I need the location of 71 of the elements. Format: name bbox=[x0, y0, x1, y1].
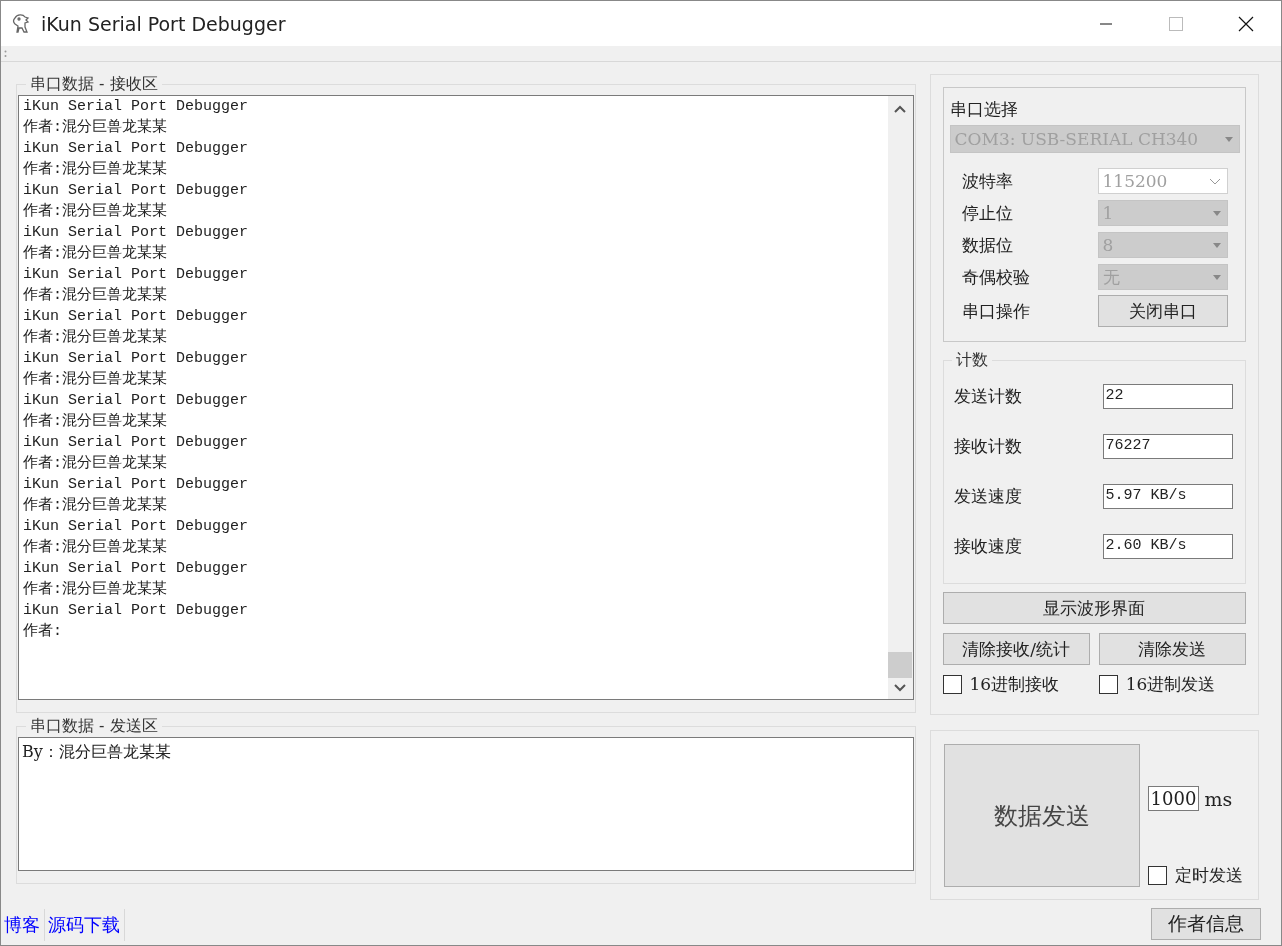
received-line: iKun Serial Port Debugger bbox=[23, 307, 250, 327]
received-line: iKun Serial Port Debugger bbox=[23, 601, 250, 621]
setting-label: 串口操作 bbox=[961, 299, 1031, 323]
checkbox[interactable] bbox=[1147, 866, 1167, 885]
received-line: iKun Serial Port Debugger bbox=[23, 97, 250, 117]
author-info-button[interactable]: 作者信息 bbox=[1151, 908, 1261, 940]
received-line: 作者:混分巨兽龙某某 bbox=[23, 495, 168, 516]
count-field[interactable]: 22 bbox=[1102, 383, 1233, 409]
interval-field[interactable]: 1000 bbox=[1147, 786, 1199, 811]
clear-button[interactable]: 清除接收/统计 bbox=[942, 633, 1090, 665]
received-line: iKun Serial Port Debugger bbox=[23, 433, 250, 453]
received-line: 作者:混分巨兽龙某某 bbox=[23, 201, 168, 222]
count-label: 接收计数 bbox=[953, 434, 1023, 458]
checkbox[interactable] bbox=[1098, 675, 1118, 694]
received-line: 作者:混分巨兽龙某某 bbox=[23, 285, 168, 306]
received-line: 作者:混分巨兽龙某某 bbox=[23, 117, 168, 138]
received-line: 作者:混分巨兽龙某某 bbox=[23, 369, 168, 390]
group-title: 串口数据 - 发送区 bbox=[29, 716, 159, 737]
count-label: 接收速度 bbox=[953, 534, 1023, 558]
received-line: iKun Serial Port Debugger bbox=[23, 475, 250, 495]
checkbox-label: 16进制接收 bbox=[969, 673, 1060, 696]
grip-icon bbox=[4, 49, 7, 58]
received-line: 作者: bbox=[23, 621, 63, 642]
received-line: iKun Serial Port Debugger bbox=[23, 181, 250, 201]
link[interactable]: 源码下载 bbox=[45, 909, 125, 941]
group-title: 计数 bbox=[954, 350, 989, 371]
count-label: 发送速度 bbox=[953, 484, 1023, 508]
scrollbar[interactable] bbox=[887, 96, 913, 699]
received-line: iKun Serial Port Debugger bbox=[23, 265, 250, 285]
received-line: 作者:混分巨兽龙某某 bbox=[23, 453, 168, 474]
receive-text-area[interactable] bbox=[18, 95, 914, 700]
scrollbar-thumb[interactable] bbox=[888, 652, 913, 678]
dropdown-arrow-icon bbox=[1225, 136, 1233, 142]
received-line: iKun Serial Port Debugger bbox=[23, 223, 250, 243]
received-line: 作者:混分巨兽龙某某 bbox=[23, 243, 168, 264]
count-field[interactable]: 76227 bbox=[1102, 433, 1233, 459]
received-line: iKun Serial Port Debugger bbox=[23, 349, 250, 369]
dropdown-arrow-icon bbox=[1212, 210, 1221, 216]
send-text-area[interactable]: By：混分巨兽龙某某 bbox=[18, 737, 914, 871]
dropdown-arrow-icon bbox=[1212, 242, 1221, 248]
clear-button[interactable]: 清除发送 bbox=[1098, 633, 1246, 665]
count-field[interactable]: 2.60 KB/s bbox=[1102, 533, 1233, 559]
maximize-icon bbox=[1169, 16, 1183, 31]
setting-label: 停止位 bbox=[961, 201, 1014, 225]
received-line: iKun Serial Port Debugger bbox=[23, 391, 250, 411]
received-line: iKun Serial Port Debugger bbox=[23, 559, 250, 579]
received-line: iKun Serial Port Debugger bbox=[23, 517, 250, 537]
setting-label: 数据位 bbox=[961, 233, 1014, 257]
send-data-button[interactable]: 数据发送 bbox=[943, 744, 1140, 887]
received-line: iKun Serial Port Debugger bbox=[23, 139, 250, 159]
count-field[interactable]: 5.97 KB/s bbox=[1102, 483, 1233, 509]
count-label: 发送计数 bbox=[953, 384, 1023, 408]
chevron-down-icon bbox=[1208, 177, 1221, 185]
unit-label: ms bbox=[1204, 787, 1233, 810]
group-title: 串口数据 - 接收区 bbox=[29, 74, 159, 95]
received-line: 作者:混分巨兽龙某某 bbox=[23, 411, 168, 432]
received-line: 作者:混分巨兽龙某某 bbox=[23, 579, 168, 600]
link[interactable]: 博客 bbox=[1, 909, 45, 941]
received-line: 作者:混分巨兽龙某某 bbox=[23, 537, 168, 558]
dropdown-arrow-icon bbox=[1212, 274, 1221, 280]
checkbox-label: 定时发送 bbox=[1174, 864, 1243, 887]
received-line: 作者:混分巨兽龙某某 bbox=[23, 327, 168, 348]
window-title: iKun Serial Port Debugger bbox=[41, 12, 287, 35]
checkbox-label: 16进制发送 bbox=[1125, 673, 1216, 696]
checkbox[interactable] bbox=[942, 675, 962, 694]
setting-label: 奇偶校验 bbox=[961, 265, 1031, 289]
close-icon bbox=[1238, 15, 1254, 32]
received-line: 作者:混分巨兽龙某某 bbox=[23, 159, 168, 180]
port-title: 串口选择 bbox=[949, 98, 1019, 121]
waveform-button[interactable]: 显示波形界面 bbox=[942, 592, 1246, 624]
setting-label: 波特率 bbox=[961, 169, 1014, 193]
